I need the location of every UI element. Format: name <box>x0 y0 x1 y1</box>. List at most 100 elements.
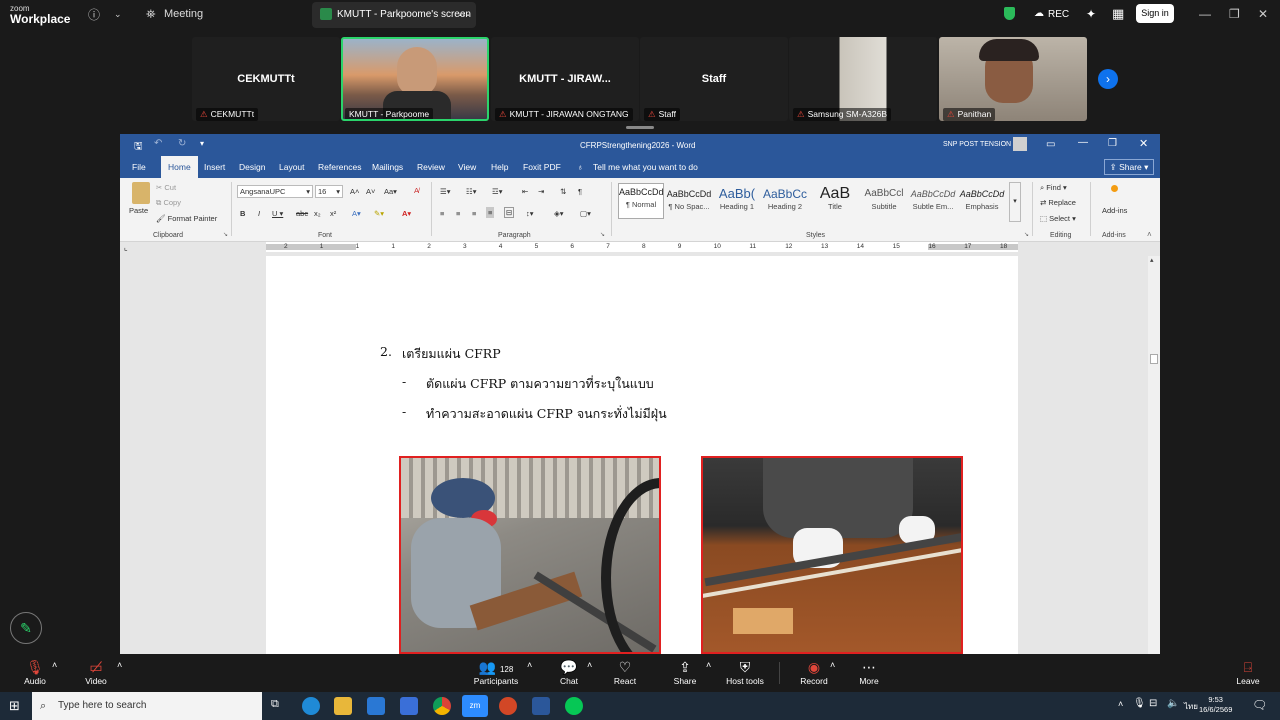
chat-options-icon[interactable]: ˄ <box>587 660 592 670</box>
minimize-icon[interactable]: — <box>1078 137 1088 148</box>
ribbon-display-icon[interactable]: ▭ <box>1046 139 1055 150</box>
annotate-pen-icon[interactable]: ✎ <box>10 612 42 644</box>
participant-tile[interactable]: KMUTT - JIRAW... ⚠ KMUTT - JIRAWAN ONGTAN… <box>491 37 639 121</box>
line-icon[interactable] <box>565 697 583 715</box>
minimize-icon[interactable]: — <box>1199 7 1211 21</box>
style-subtitle[interactable]: AaBbCcl Subtitle <box>861 186 907 211</box>
windows-start-icon[interactable]: ⊞ <box>9 698 20 714</box>
scroll-thumb[interactable] <box>1150 354 1158 364</box>
security-shield-icon[interactable] <box>1004 7 1015 20</box>
bold-button[interactable]: B <box>240 209 245 218</box>
multilevel-list-button[interactable]: ☲▾ <box>492 187 503 196</box>
tab-layout[interactable]: Layout <box>279 156 305 178</box>
superscript-button[interactable]: x² <box>330 209 336 218</box>
participant-tile[interactable]: ⚠ Panithan <box>939 37 1087 121</box>
audio-options-icon[interactable]: ˄ <box>52 660 57 670</box>
italic-button[interactable]: I <box>258 209 260 218</box>
notifications-icon[interactable]: 🗨 <box>1252 698 1267 712</box>
sort-button[interactable]: ⇅ <box>560 187 566 196</box>
chat-button[interactable]: 💬 Chat <box>555 658 583 686</box>
shading-button[interactable]: ◈▾ <box>554 209 564 218</box>
text-effects-button[interactable]: A▾ <box>352 209 361 218</box>
word-icon[interactable] <box>532 697 550 715</box>
borders-button[interactable]: ▢▾ <box>580 209 591 218</box>
paste-icon[interactable] <box>132 182 150 204</box>
style-subtle-emphasis[interactable]: AaBbCcDd Subtle Em... <box>910 186 956 211</box>
participants-options-icon[interactable]: ˄ <box>527 660 532 670</box>
host-tools-button[interactable]: ⛨ Host tools <box>723 658 767 686</box>
share-button[interactable]: ⇪ Share <box>671 658 699 686</box>
style-heading-2[interactable]: AaBbCc Heading 2 <box>762 186 808 211</box>
tab-help[interactable]: Help <box>491 156 508 178</box>
taskbar-search[interactable]: ⌕ Type here to search <box>32 692 262 720</box>
store-icon[interactable] <box>400 697 418 715</box>
customize-qat-icon[interactable]: ▾ <box>200 139 204 148</box>
edge-icon[interactable] <box>302 697 320 715</box>
react-button[interactable]: ♡ React <box>610 658 640 686</box>
more-options-icon[interactable]: ⋯ <box>458 2 470 28</box>
scroll-up-icon[interactable]: ▴ <box>1150 256 1154 264</box>
horizontal-ruler[interactable]: 2 1 1 1 2 3 4 5 6 7 8 9 10 11 12 13 14 15 16 17 18 <box>266 242 1018 252</box>
tab-selector-icon[interactable]: ⌞ <box>124 243 128 252</box>
cut-button[interactable]: ✂ Cut <box>156 183 176 192</box>
strikethrough-button[interactable]: abc <box>296 209 308 218</box>
show-marks-button[interactable]: ¶ <box>578 187 582 196</box>
task-view-icon[interactable]: ⧉ <box>271 698 279 711</box>
find-button[interactable]: ⌕ Find ▾ <box>1040 183 1067 193</box>
font-name-select[interactable]: AngsanaUPC ▾ <box>237 185 313 198</box>
align-right-button[interactable]: ≡ <box>472 209 476 218</box>
undo-icon[interactable]: ↶ <box>154 138 162 149</box>
restore-icon[interactable]: ❐ <box>1108 138 1117 149</box>
chevron-down-icon[interactable]: ⌄ <box>114 9 122 20</box>
drag-handle[interactable] <box>626 126 654 129</box>
tab-references[interactable]: References <box>318 156 361 178</box>
change-case-button[interactable]: Aa▾ <box>384 187 397 196</box>
rec-label[interactable]: REC <box>1048 9 1069 20</box>
style-no-spacing[interactable]: AaBbCcDd ¶ No Spac... <box>666 186 712 211</box>
participant-tile-active-speaker[interactable]: KMUTT - Parkpoome <box>341 37 489 121</box>
shrink-font-button[interactable]: A˅ <box>366 187 375 196</box>
paste-button[interactable]: Paste <box>129 206 148 215</box>
increase-indent-button[interactable]: ⇥ <box>538 187 544 196</box>
underline-button[interactable]: U ▾ <box>272 209 283 218</box>
tab-view[interactable]: View <box>458 156 476 178</box>
mail-icon[interactable] <box>367 697 385 715</box>
bullets-button[interactable]: ☰▾ <box>440 187 451 196</box>
shared-screen-tab[interactable]: KMUTT - Parkpoome's screen ⋯ <box>312 2 476 28</box>
style-emphasis[interactable]: AaBbCcDd Emphasis <box>959 186 1005 211</box>
avatar[interactable] <box>1013 137 1027 151</box>
apps-grid-icon[interactable]: ▦ <box>1112 6 1124 22</box>
mic-tray-icon[interactable]: 🎙 <box>1133 698 1146 709</box>
dialog-launcher-icon[interactable]: ↘ <box>600 231 605 238</box>
add-ins-button[interactable]: Add-ins <box>1102 206 1127 215</box>
vertical-scrollbar[interactable]: ▴ <box>1148 256 1160 654</box>
subscript-button[interactable]: x₂ <box>314 209 321 218</box>
audio-button[interactable]: 🎙 Audio <box>22 658 48 686</box>
decrease-indent-button[interactable]: ⇤ <box>522 187 528 196</box>
sign-in-button[interactable]: Sign in <box>1136 4 1174 23</box>
share-options-icon[interactable]: ˄ <box>706 660 711 670</box>
tab-insert[interactable]: Insert <box>204 156 225 178</box>
zoom-icon[interactable]: zm <box>462 695 488 717</box>
styles-more-icon[interactable]: ▾ <box>1009 182 1021 222</box>
tell-me-search[interactable]: Tell me what you want to do <box>593 156 698 178</box>
volume-icon[interactable]: 🔈 <box>1167 698 1179 709</box>
participant-tile[interactable]: Staff ⚠ Staff <box>640 37 788 121</box>
file-explorer-icon[interactable] <box>334 697 352 715</box>
select-button[interactable]: ⬚ Select ▾ <box>1040 214 1076 223</box>
meeting-tab[interactable]: Meeting <box>164 8 203 20</box>
grow-font-button[interactable]: A˄ <box>350 187 359 196</box>
align-center-button[interactable]: ≡ <box>456 209 460 218</box>
more-button[interactable]: ⋯ More <box>856 658 882 686</box>
style-heading-1[interactable]: AaBb(Heading 1 <box>714 186 760 211</box>
tray-expand-icon[interactable]: ˄ <box>1118 699 1123 709</box>
tab-design[interactable]: Design <box>239 156 265 178</box>
numbering-button[interactable]: ☷▾ <box>466 187 477 196</box>
justify-button[interactable]: ≡ <box>486 207 495 218</box>
user-name[interactable]: SNP POST TENSION <box>943 141 1011 148</box>
replace-button[interactable]: ⇄ Replace <box>1040 198 1076 207</box>
video-button[interactable]: ▭̸ Video <box>82 658 110 686</box>
share-button[interactable]: ⇪ Share ▾ <box>1104 159 1154 175</box>
copy-button[interactable]: ⧉ Copy <box>156 198 181 208</box>
tab-foxit-pdf[interactable]: Foxit PDF <box>523 156 561 178</box>
